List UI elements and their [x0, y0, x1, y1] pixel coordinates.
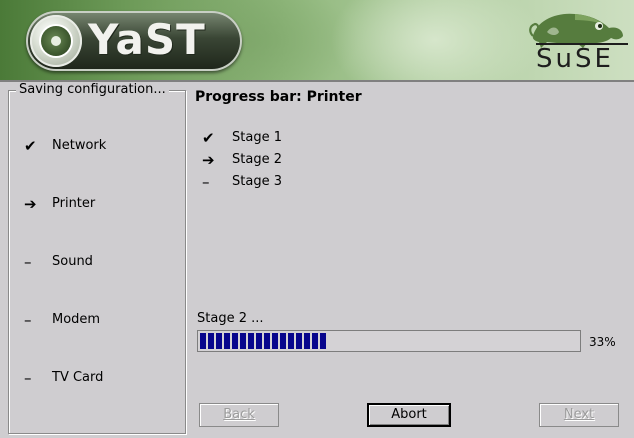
dash-icon: – — [24, 369, 32, 387]
stage-label: Stage 1 — [232, 130, 282, 145]
app-name: YaST — [88, 15, 206, 64]
abort-button-label: Abort — [391, 407, 427, 422]
step-label: TV Card — [52, 370, 104, 385]
dash-icon: – — [24, 253, 32, 271]
progress-steps-title: Saving configuration... — [16, 82, 169, 97]
step-label: Modem — [52, 312, 101, 327]
next-button-label: Next — [563, 407, 595, 422]
dash-icon: – — [24, 311, 32, 329]
checkmark-icon: ✔ — [202, 129, 215, 147]
dash-icon: – — [202, 173, 210, 191]
arrow-right-icon: ➔ — [202, 151, 215, 169]
page-title: Progress bar: Printer — [195, 89, 362, 105]
progress-percent: 33% — [589, 335, 616, 349]
yast-emblem-icon — [30, 15, 82, 67]
vendor-logo-text: SuSE — [536, 44, 614, 74]
back-button[interactable]: Back — [199, 403, 279, 427]
banner-decoration — [330, 0, 540, 80]
arrow-right-icon: ➔ — [24, 195, 37, 213]
next-button[interactable]: Next — [539, 403, 619, 427]
header-banner: YaST SuSE — [0, 0, 634, 80]
progress-bar-fill — [200, 333, 328, 349]
step-label: Network — [52, 138, 107, 153]
back-button-label: Back — [223, 407, 255, 422]
abort-button[interactable]: Abort — [367, 403, 451, 427]
stage-label: Stage 2 — [232, 152, 282, 167]
step-label: Sound — [52, 254, 93, 269]
progress-label: Stage 2 ... — [197, 311, 264, 326]
checkmark-icon: ✔ — [24, 137, 37, 155]
stage-label: Stage 3 — [232, 174, 282, 189]
step-label: Printer — [52, 196, 96, 211]
progress-bar — [197, 330, 581, 352]
yast-logo: YaST — [26, 11, 242, 71]
